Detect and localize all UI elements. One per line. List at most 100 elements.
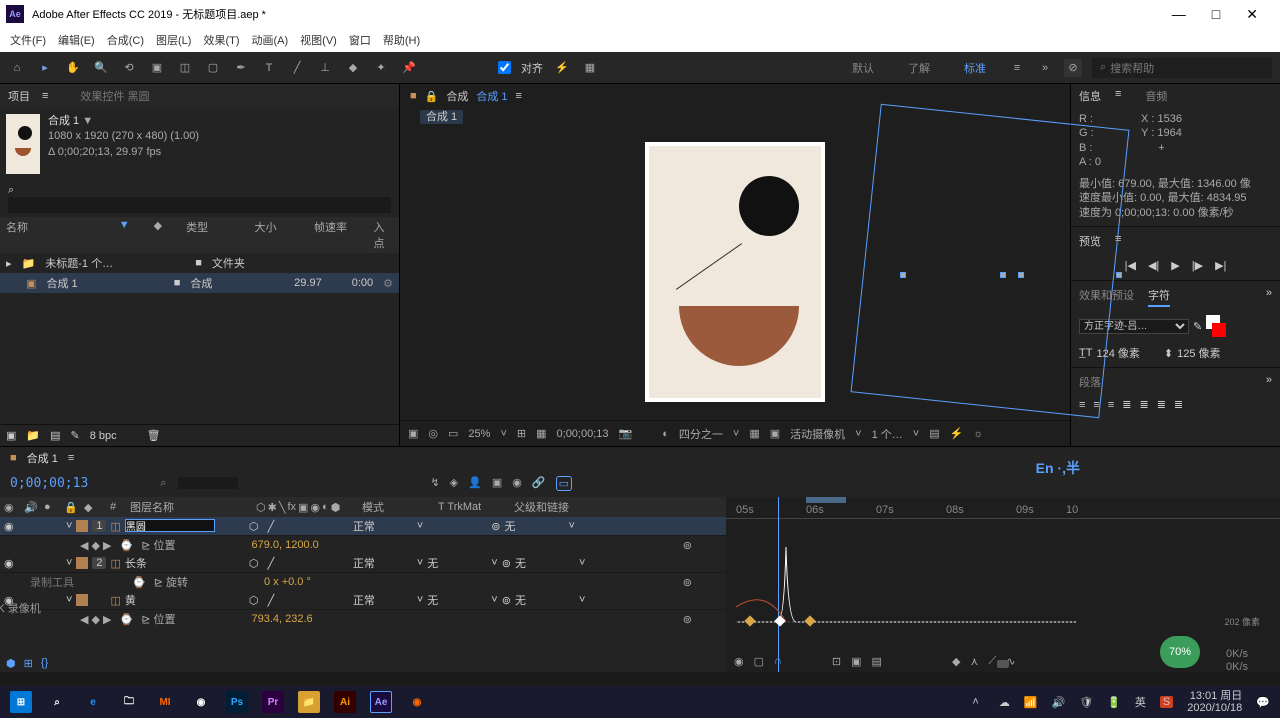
property-position-3[interactable]: ◀ ◆ ▶ ⌚ ⊵ 位置 793.4, 232.6 ⊚ bbox=[0, 610, 726, 628]
col-in[interactable]: 入点 bbox=[373, 219, 393, 251]
aftereffects-icon[interactable]: Ae bbox=[370, 691, 392, 713]
recorder-icon[interactable]: ◉ bbox=[406, 691, 428, 713]
views-select[interactable]: 1 个… bbox=[872, 426, 903, 442]
layer-row-1[interactable]: ◉ ˅ 1 ◫ ⬡ ╱ 正常˅ ⊚ 无˅ bbox=[0, 517, 726, 536]
snap-grid-icon[interactable]: ▦ bbox=[581, 59, 599, 77]
lock-icon[interactable]: 🔒 bbox=[425, 90, 439, 103]
tray-wifi-icon[interactable]: 📶 bbox=[1024, 696, 1038, 709]
snap-options-icon[interactable]: ⚡ bbox=[553, 59, 571, 77]
tray-cloud-icon[interactable]: ☁ bbox=[999, 696, 1010, 709]
project-search-input[interactable] bbox=[8, 197, 391, 213]
snap-checkbox[interactable] bbox=[498, 61, 511, 74]
blend-mode[interactable]: 正常 bbox=[353, 592, 413, 608]
parent-select[interactable]: 无 bbox=[515, 592, 575, 608]
stopwatch-icon[interactable]: ⌚ bbox=[120, 539, 134, 552]
tray-up-icon[interactable]: ˄ bbox=[972, 696, 978, 708]
zoom-tool-icon[interactable]: 🔍 bbox=[92, 59, 110, 77]
label-column-icon[interactable]: ◆ bbox=[84, 501, 104, 514]
timeline-tab[interactable]: 合成 1 bbox=[27, 450, 58, 466]
justify-left-icon[interactable]: ≣ bbox=[1122, 398, 1131, 411]
trash-icon[interactable]: 🗑 bbox=[147, 429, 161, 442]
tray-volume-icon[interactable]: 🔊 bbox=[1052, 696, 1066, 709]
tray-shield-icon[interactable]: 🛡 bbox=[1079, 696, 1093, 709]
col-mode[interactable]: 模式 bbox=[362, 499, 432, 515]
tray-sogou-icon[interactable]: S bbox=[1160, 696, 1173, 708]
layer-label-icon[interactable] bbox=[76, 520, 88, 532]
menu-window[interactable]: 窗口 bbox=[349, 32, 371, 48]
resolution-icon[interactable]: ⊞ bbox=[517, 427, 526, 440]
col-size[interactable]: 大小 bbox=[254, 219, 290, 251]
clock-time[interactable]: 13:01 周日 bbox=[1187, 690, 1242, 702]
col-trkmat[interactable]: TrkMat bbox=[447, 501, 481, 513]
expression-pickwhip-icon[interactable]: ⊚ bbox=[683, 539, 722, 552]
clone-tool-icon[interactable]: ⊥ bbox=[316, 59, 334, 77]
graph-editor-toggle-icon[interactable]: ▭ bbox=[556, 476, 572, 491]
visibility-icon[interactable]: ◉ bbox=[4, 557, 16, 570]
mask-icon[interactable]: ▭ bbox=[448, 427, 458, 440]
viewer-menu-icon[interactable]: ≡ bbox=[516, 90, 522, 102]
workspace-menu-icon[interactable]: ≡ bbox=[1008, 59, 1026, 77]
justify-right-icon[interactable]: ≣ bbox=[1157, 398, 1166, 411]
tray-battery-icon[interactable]: 🔋 bbox=[1107, 696, 1121, 709]
expand-icon[interactable]: ▸ bbox=[6, 257, 12, 270]
prop-value[interactable]: 793.4, 232.6 bbox=[251, 613, 312, 625]
recorder-badge[interactable]: 70% bbox=[1160, 636, 1200, 668]
notifications-icon[interactable]: 💬 bbox=[1256, 696, 1270, 709]
transform-handle[interactable] bbox=[1000, 272, 1006, 278]
col-name[interactable]: 名称 bbox=[6, 219, 95, 251]
brush-tool-icon[interactable]: ╱ bbox=[288, 59, 306, 77]
region-icon[interactable]: ◎ bbox=[428, 427, 438, 440]
eraser-tool-icon[interactable]: ◆ bbox=[344, 59, 362, 77]
info-menu-icon[interactable]: ≡ bbox=[1115, 88, 1121, 104]
puppet-tool-icon[interactable]: 📌 bbox=[400, 59, 418, 77]
expand-icon[interactable]: ˅ bbox=[66, 557, 72, 569]
property-rotation[interactable]: 录制工具 ⌚ ⊵ 旋转 0 x +0.0 ° ⊚ bbox=[0, 573, 726, 591]
bounding-box[interactable] bbox=[851, 104, 1130, 419]
resolution-select[interactable]: 四分之一 bbox=[679, 426, 723, 442]
chrome-icon[interactable]: ◉ bbox=[190, 691, 212, 713]
property-position-1[interactable]: ◀ ◆ ▶ ⌚ ⊵ 位置 679.0, 1200.0 ⊚ bbox=[0, 536, 726, 554]
expand-icon[interactable]: ˅ bbox=[66, 594, 72, 606]
col-label-icon[interactable]: ◆ bbox=[154, 219, 162, 251]
blend-mode[interactable]: 正常 bbox=[353, 518, 413, 534]
first-frame-icon[interactable]: |◀ bbox=[1125, 259, 1136, 272]
transparency-icon[interactable]: ▦ bbox=[749, 427, 759, 440]
parent-select[interactable]: 无 bbox=[505, 518, 565, 534]
menu-animation[interactable]: 动画(A) bbox=[252, 32, 289, 48]
viewer-crumb[interactable]: 合成 1 bbox=[476, 88, 507, 104]
tab-character[interactable]: 字符 bbox=[1148, 287, 1170, 307]
canvas[interactable] bbox=[400, 124, 1070, 420]
premiere-icon[interactable]: Pr bbox=[262, 691, 284, 713]
transform-handle[interactable] bbox=[1116, 272, 1122, 278]
start-button[interactable]: ⊞ bbox=[10, 691, 32, 713]
eyedropper-icon[interactable]: ✎ bbox=[1193, 320, 1202, 333]
stroke-swatch[interactable] bbox=[1212, 323, 1226, 337]
new-comp-icon[interactable]: ▤ bbox=[50, 429, 60, 442]
hand-tool-icon[interactable]: ✋ bbox=[64, 59, 82, 77]
menu-help[interactable]: 帮助(H) bbox=[383, 32, 420, 48]
workspace-default[interactable]: 默认 bbox=[840, 60, 886, 76]
roto-tool-icon[interactable]: ✦ bbox=[372, 59, 390, 77]
trkmat-select[interactable]: 无 bbox=[427, 555, 487, 571]
keyframe-nav-icon[interactable]: ◀ ◆ ▶ bbox=[80, 613, 112, 626]
solo-column-icon[interactable]: ● bbox=[44, 501, 58, 513]
pan-behind-tool-icon[interactable]: ◫ bbox=[176, 59, 194, 77]
maximize-button[interactable]: □ bbox=[1212, 6, 1220, 23]
adjustment-icon[interactable]: ✎ bbox=[71, 429, 80, 442]
tab-project-menu-icon[interactable]: ≡ bbox=[42, 90, 48, 102]
camera-tool-icon[interactable]: ▣ bbox=[148, 59, 166, 77]
close-button[interactable]: ✕ bbox=[1246, 6, 1258, 23]
expression-pickwhip-icon[interactable]: ⊚ bbox=[683, 613, 722, 626]
timeline-search-input[interactable] bbox=[178, 477, 238, 489]
toggle-modes-icon[interactable]: ⊞ bbox=[24, 657, 33, 670]
alpha-icon[interactable]: ▣ bbox=[408, 427, 418, 440]
pickwhip-icon[interactable]: ⊚ bbox=[502, 557, 511, 570]
blend-mode[interactable]: 正常 bbox=[353, 555, 413, 571]
motion-blur-toggle-icon[interactable]: ◉ bbox=[512, 476, 522, 491]
shy-toggle-icon[interactable]: 👤 bbox=[468, 476, 482, 491]
interpret-icon[interactable]: ▣ bbox=[6, 429, 16, 442]
comp-thumbnail[interactable] bbox=[6, 114, 40, 174]
parent-select[interactable]: 无 bbox=[515, 555, 575, 571]
toggle-switches-icon[interactable]: ⬢ bbox=[6, 657, 16, 670]
pen-tool-icon[interactable]: ✒ bbox=[232, 59, 250, 77]
